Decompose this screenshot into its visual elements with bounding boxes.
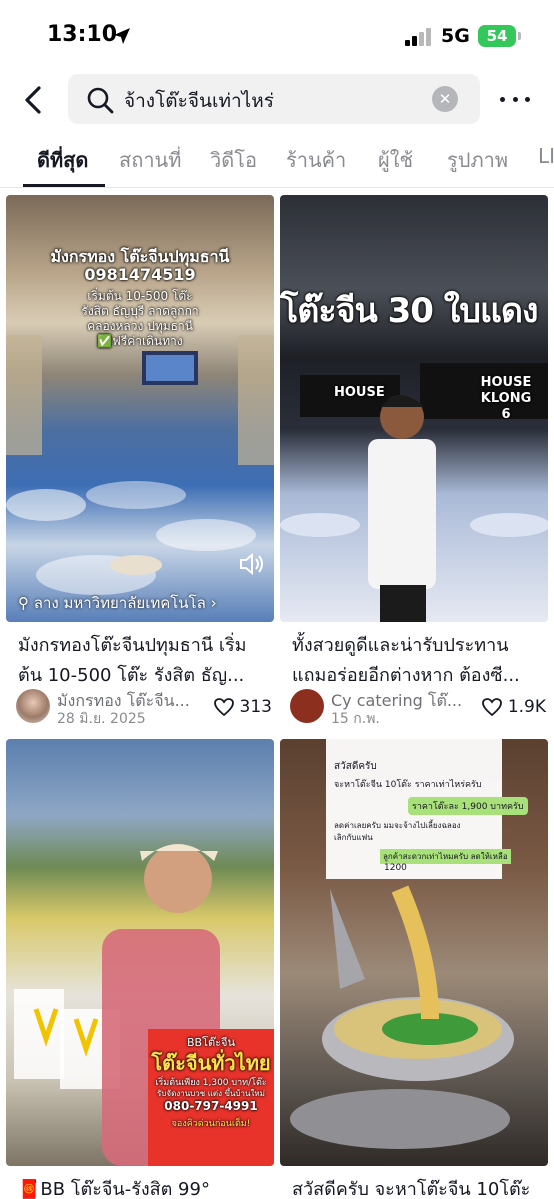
overlay-sign: HOUSE KLONG 6 [480,375,532,422]
author-row[interactable]: Cy catering โต๊... 15 ก.พ. 1.9K [290,689,546,727]
tab-shop[interactable]: ร้านค้า [286,144,346,176]
sound-icon[interactable] [238,551,266,577]
video-thumbnail[interactable]: โต๊ะจีน 30 ใบแดง HOUSE HOUSE KLONG 6 [280,195,548,622]
active-tab-indicator [23,184,105,187]
avatar[interactable] [290,689,324,723]
chat-message: 1200 [384,863,407,873]
chat-message: จะหาโต๊ะจีน 10โต๊ะ ราคาเท่าไหร่ครับ [334,780,482,790]
author-row[interactable]: มังกรทอง โต๊ะจีน... 28 มิ.ย. 2025 313 [16,689,272,727]
chevron-right-icon: › [210,594,217,612]
card-title[interactable]: สวัสดีครับ จะหาโต๊ะจีน 10โต๊ะ [292,1175,542,1199]
video-thumbnail[interactable]: สวัสดีครับ จะหาโต๊ะจีน 10โต๊ะ ราคาเท่าไห… [280,739,548,1166]
search-tabs: ดีที่สุด สถานที่ วิดีโอ ร้านค้า ผู้ใช้ ร… [0,134,554,188]
tab-users[interactable]: ผู้ใช้ [378,144,413,176]
location-arrow-icon [114,28,130,44]
overlay-phone: 0981474519 [84,265,196,284]
overlay-caption: ✅ฟรีค่าเดินทาง [97,334,183,348]
tab-videos[interactable]: วิดีโอ [210,144,257,176]
like-button[interactable]: 313 [213,695,272,719]
chat-message: สวัสดีครับ [334,761,377,772]
more-options-button[interactable] [500,86,530,112]
search-header: จ้างโต๊ะจีนเท่าไหร่ ✕ [0,72,554,128]
chevron-left-icon [25,86,41,114]
heart-icon [213,698,234,717]
network-label: 5G [441,25,470,47]
overlay-caption: จองคิวด่วนก่อนเต็ม! [171,1119,251,1129]
like-button[interactable]: 1.9K [481,695,546,719]
video-thumbnail[interactable]: BBโต๊ะจีน โต๊ะจีนทั่วไทย เริ่มต้นเพียง 1… [6,739,274,1166]
clear-search-button[interactable]: ✕ [432,86,458,112]
chat-message: เลิกกับแฟน [334,833,373,842]
pin-icon: ⚲ [18,594,29,612]
like-count: 1.9K [507,697,546,717]
signal-icon [405,28,433,46]
card-title[interactable]: มังกรทองโต๊ะจีนปทุมธานี เริ่ม ต้น 10-500… [18,631,268,691]
status-bar: 13:10 5G 54 [0,0,554,72]
card-title[interactable]: 🧧BB โต๊ะจีน-รังสิต 99° [18,1175,268,1199]
status-time: 13:10 [47,22,118,47]
search-icon [87,87,114,114]
like-count: 313 [239,697,272,717]
video-thumbnail[interactable]: มังกรทอง โต๊ะจีนปทุมธานี 0981474519 เริ่… [6,195,274,622]
location-text: ลาง มหาวิทยาลัยเทคโนโล [33,594,206,612]
tab-top[interactable]: ดีที่สุด [37,144,88,176]
overlay-sign: HOUSE [334,385,385,400]
battery-icon: 54 [478,25,516,47]
overlay-caption: โต๊ะจีน 30 ใบแดง [280,291,539,331]
chat-message: ลูกค้าสะดวกเท่าไหมครับ ลดให้เหลือ [380,849,511,864]
chat-message: ราคาโต๊ะละ 1,900 บาทครับ [408,797,528,815]
search-input[interactable]: จ้างโต๊ะจีนเท่าไหร่ ✕ [68,74,480,124]
location-tag[interactable]: ⚲ ลาง มหาวิทยาลัยเทคโนโล › [18,591,217,615]
post-date: 15 ก.พ. [331,711,380,727]
back-button[interactable] [16,80,50,120]
card-title[interactable]: ทั้งสวยดูดีและน่ารับประทาน แถมอร่อยอีกต่… [292,631,542,691]
tab-live[interactable]: LI [538,144,554,168]
tab-photos[interactable]: รูปภาพ [447,144,508,176]
heart-icon [481,698,502,717]
overlay-phone: 080-797-4991 [164,1099,258,1113]
search-query-text: จ้างโต๊ะจีนเท่าไหร่ [124,90,274,112]
tab-places[interactable]: สถานที่ [119,144,181,176]
post-date: 28 มิ.ย. 2025 [57,711,146,727]
avatar[interactable] [16,689,50,723]
